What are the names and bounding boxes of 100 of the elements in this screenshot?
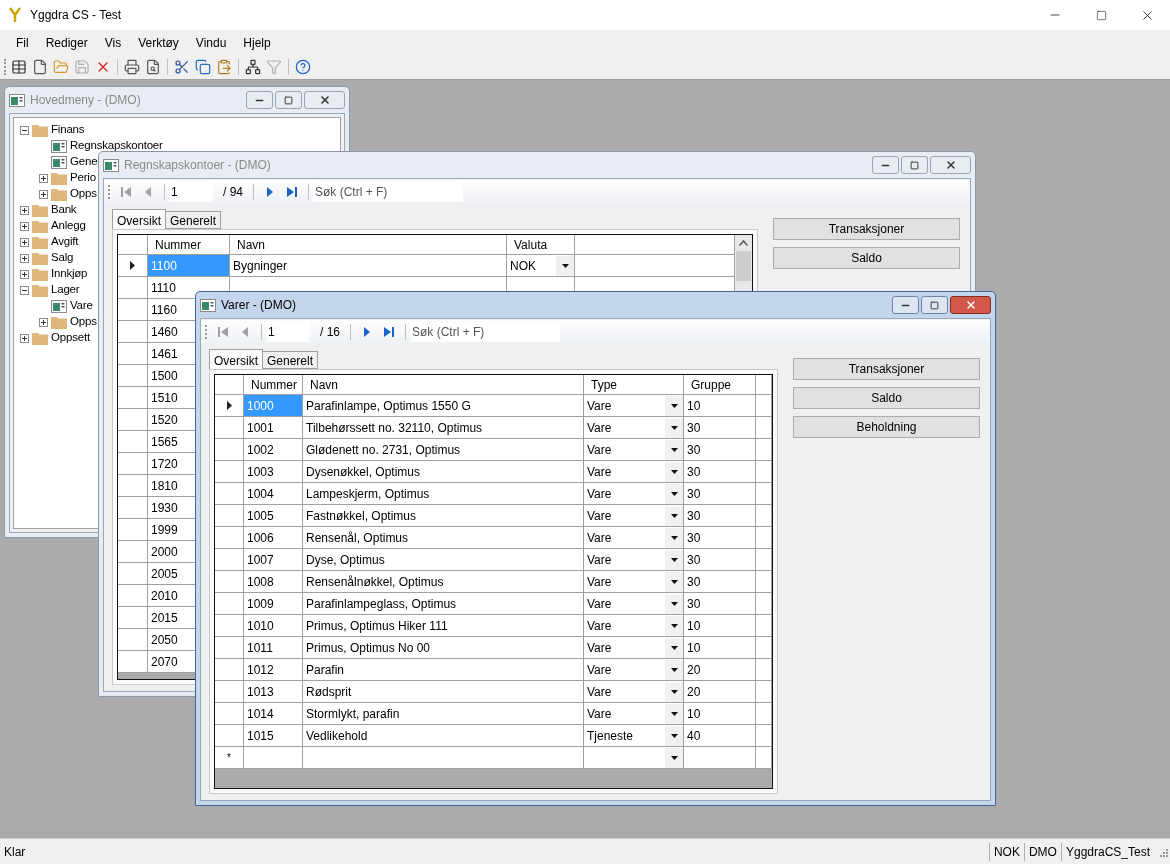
tree-item[interactable]: Perio	[70, 169, 96, 187]
dropdown-button[interactable]	[665, 549, 683, 570]
resize-grip-icon[interactable]	[1158, 846, 1168, 857]
last-record-icon[interactable]	[383, 326, 395, 338]
close-button[interactable]	[304, 91, 345, 109]
dropdown-button[interactable]	[665, 395, 683, 416]
tree-item[interactable]: Opps	[70, 185, 97, 203]
expand-icon[interactable]	[20, 333, 29, 343]
minimize-button[interactable]	[892, 296, 919, 314]
tree-item[interactable]: Salg	[51, 249, 74, 267]
table-cell-text: Vare	[586, 639, 613, 657]
dropdown-button[interactable]	[665, 681, 683, 702]
copy-icon[interactable]	[195, 59, 211, 75]
close-button[interactable]	[950, 296, 991, 314]
menu-item[interactable]: Vindu	[187, 33, 235, 52]
close-button[interactable]	[930, 156, 971, 174]
column-header[interactable]: Navn	[303, 375, 584, 394]
dropdown-button[interactable]	[665, 417, 683, 438]
menu-item[interactable]: Vis	[96, 33, 130, 52]
tree-item[interactable]: Finans	[51, 121, 85, 139]
tab[interactable]: Oversikt	[112, 209, 166, 229]
expand-icon[interactable]	[20, 205, 29, 215]
menu-item[interactable]: Rediger	[37, 33, 96, 52]
tree-item[interactable]: Oppsett	[51, 329, 90, 347]
expand-icon[interactable]	[20, 269, 29, 279]
tree-item[interactable]: Innkjøp	[51, 265, 88, 283]
table-cell: 20	[684, 659, 756, 680]
tree-item[interactable]: Vare	[70, 297, 93, 315]
cut-icon[interactable]	[174, 59, 190, 75]
dropdown-button[interactable]	[665, 659, 683, 680]
dropdown-button[interactable]	[665, 483, 683, 504]
table-cell-text: NOK	[509, 257, 537, 275]
expand-icon[interactable]	[39, 189, 48, 199]
dropdown-button[interactable]	[665, 505, 683, 526]
column-header[interactable]: Gruppe	[684, 375, 756, 394]
dropdown-button[interactable]	[665, 725, 683, 746]
tab[interactable]: Generelt	[262, 351, 319, 369]
hierarchy-icon[interactable]	[245, 59, 261, 75]
dropdown-button[interactable]	[665, 461, 683, 482]
dropdown-button[interactable]	[665, 615, 683, 636]
dropdown-button[interactable]	[665, 703, 683, 724]
table-icon[interactable]	[11, 59, 27, 75]
menu-item[interactable]: Fil	[8, 33, 37, 52]
new-document-icon[interactable]	[32, 59, 48, 75]
print-icon[interactable]	[124, 59, 140, 75]
tree-item[interactable]: Regnskapskontoer	[70, 137, 163, 155]
restore-button[interactable]	[275, 91, 302, 109]
scrollbar-thumb[interactable]	[736, 251, 751, 281]
tab[interactable]: Generelt	[165, 211, 222, 229]
dropdown-button[interactable]	[556, 255, 574, 276]
collapse-icon[interactable]	[20, 125, 29, 135]
expand-icon[interactable]	[20, 253, 29, 263]
dropdown-button[interactable]	[665, 439, 683, 460]
column-header[interactable]: Type	[584, 375, 684, 394]
position-field[interactable]: 1	[266, 322, 310, 342]
restore-button[interactable]	[901, 156, 928, 174]
action-button[interactable]: Transaksjoner	[793, 358, 980, 380]
folder-icon	[32, 283, 48, 297]
expand-icon[interactable]	[20, 237, 29, 247]
action-button[interactable]: Saldo	[793, 387, 980, 409]
column-header[interactable]: Valuta	[507, 235, 575, 254]
column-header[interactable]: Nummer	[148, 235, 230, 254]
column-header[interactable]: Navn	[230, 235, 507, 254]
form-icon	[103, 158, 119, 172]
restore-button[interactable]	[921, 296, 948, 314]
search-field[interactable]: Søk (Ctrl + F)	[313, 182, 463, 202]
tree-item[interactable]: Opps	[70, 313, 97, 331]
tree-item[interactable]: Avgift	[51, 233, 79, 251]
help-icon[interactable]	[295, 59, 311, 75]
action-button[interactable]: Beholdning	[793, 416, 980, 438]
menu-item[interactable]: Verktøy	[130, 33, 187, 52]
table-cell: 30	[684, 461, 756, 482]
tree-item[interactable]: Gene	[70, 153, 98, 171]
action-button[interactable]: Saldo	[773, 247, 960, 269]
dropdown-button[interactable]	[665, 527, 683, 548]
paste-icon[interactable]	[216, 59, 232, 75]
expand-icon[interactable]	[39, 173, 48, 183]
tree-item[interactable]: Bank	[51, 201, 77, 219]
tree-item[interactable]: Anlegg	[51, 217, 86, 235]
scroll-up-icon[interactable]	[739, 240, 748, 246]
last-record-icon[interactable]	[286, 186, 298, 198]
dropdown-button[interactable]	[665, 593, 683, 614]
expand-icon[interactable]	[20, 221, 29, 231]
print-preview-icon[interactable]	[145, 59, 161, 75]
expand-icon[interactable]	[39, 317, 48, 327]
restore-icon	[930, 300, 939, 310]
dropdown-button[interactable]	[665, 637, 683, 658]
action-button[interactable]: Transaksjoner	[773, 218, 960, 240]
table-cell: 1013	[244, 681, 303, 702]
search-field[interactable]: Søk (Ctrl + F)	[410, 322, 560, 342]
dropdown-button[interactable]	[665, 571, 683, 592]
menu-item[interactable]: Hjelp	[235, 33, 279, 52]
position-field[interactable]: 1	[169, 182, 213, 202]
dropdown-button[interactable]	[665, 747, 683, 768]
folder-icon	[51, 187, 67, 201]
column-header[interactable]: Nummer	[244, 375, 303, 394]
tree-item[interactable]: Lager	[51, 281, 80, 299]
tab[interactable]: Oversikt	[209, 349, 263, 369]
collapse-icon[interactable]	[20, 285, 29, 295]
table-cell: 1012	[244, 659, 303, 680]
